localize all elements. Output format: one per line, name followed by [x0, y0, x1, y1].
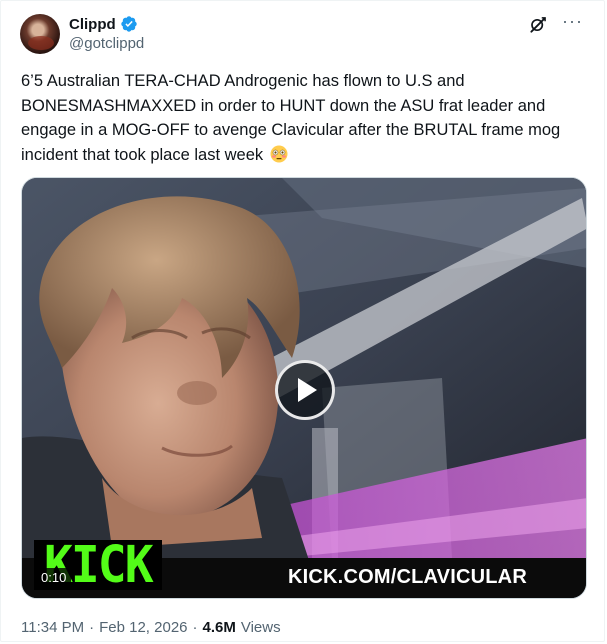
video-duration: 0:10 [36, 568, 72, 588]
play-button[interactable] [275, 360, 335, 420]
kick-url-overlay: KICK.COM/CLAVICULAR [288, 566, 527, 588]
grok-icon[interactable] [528, 15, 548, 35]
author-avatar[interactable] [20, 14, 60, 54]
more-horizontal-icon[interactable]: ··· [562, 12, 582, 35]
play-icon [298, 378, 317, 402]
author-handle[interactable]: @gotclippd [69, 35, 144, 52]
tweet-actions-top: ··· [528, 12, 582, 35]
tweet-meta: 11:34 PM · Feb 12, 2026 · 4.6M Views [21, 619, 281, 636]
flushed-face-emoji-icon [270, 145, 288, 162]
views-count: 4.6M [202, 619, 236, 636]
author-display-name[interactable]: Clippd [69, 16, 116, 33]
author-name-row: Clippd [69, 14, 138, 34]
verified-badge-icon [120, 16, 137, 32]
tweet-date[interactable]: Feb 12, 2026 [99, 619, 187, 636]
tweet-body: 6’5 Australian TERA-CHAD Androgenic has … [21, 72, 565, 164]
tweet-text: 6’5 Australian TERA-CHAD Androgenic has … [21, 69, 591, 167]
views-label: Views [240, 619, 281, 636]
meta-separator: · [192, 619, 198, 636]
meta-separator: · [89, 619, 95, 636]
video-media[interactable]: KICK KICK.COM/CLAVICULAR 0:10 [21, 177, 587, 599]
tweet-time[interactable]: 11:34 PM [21, 619, 84, 636]
tweet-card: Clippd @gotclippd ··· 6’5 Australian TER… [0, 0, 605, 642]
